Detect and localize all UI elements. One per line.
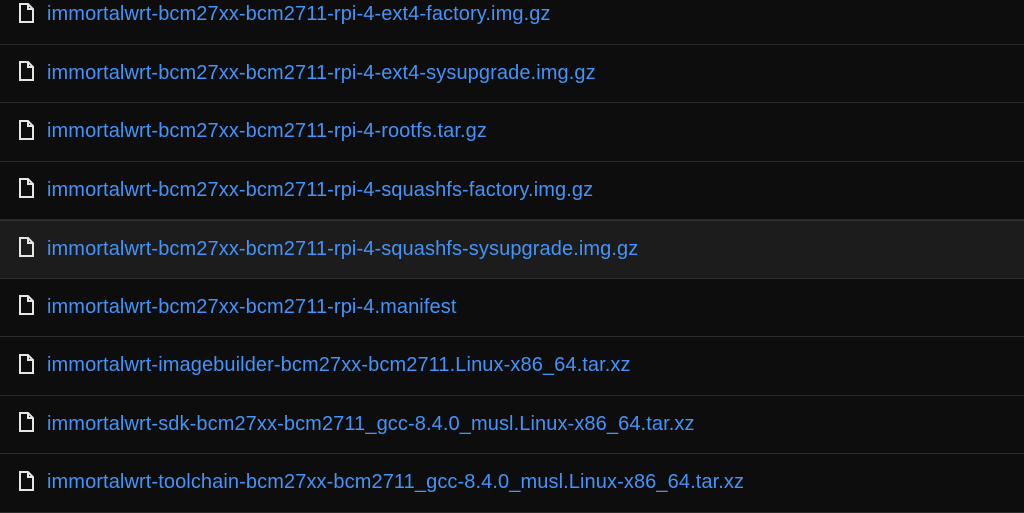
file-link[interactable]: immortalwrt-bcm27xx-bcm2711-rpi-4-rootfs… <box>47 120 487 143</box>
file-row[interactable]: immortalwrt-toolchain-bcm27xx-bcm2711_gc… <box>0 454 1024 513</box>
file-icon <box>18 295 34 316</box>
file-icon <box>18 412 34 433</box>
file-icon <box>18 2 34 23</box>
file-icon <box>18 470 34 491</box>
file-row[interactable]: immortalwrt-sdk-bcm27xx-bcm2711_gcc-8.4.… <box>0 396 1024 454</box>
file-link[interactable]: immortalwrt-bcm27xx-bcm2711-rpi-4.manife… <box>47 296 456 319</box>
file-link[interactable]: immortalwrt-bcm27xx-bcm2711-rpi-4-ext4-s… <box>47 62 596 85</box>
file-row[interactable]: immortalwrt-bcm27xx-bcm2711-rpi-4.manife… <box>0 279 1024 337</box>
file-row[interactable]: immortalwrt-bcm27xx-bcm2711-rpi-4-rootfs… <box>0 103 1024 162</box>
file-row[interactable]: immortalwrt-bcm27xx-bcm2711-rpi-4-ext4-f… <box>0 0 1024 45</box>
file-link[interactable]: immortalwrt-bcm27xx-bcm2711-rpi-4-squash… <box>47 238 638 261</box>
file-link[interactable]: immortalwrt-toolchain-bcm27xx-bcm2711_gc… <box>47 471 744 494</box>
file-icon <box>18 119 34 140</box>
file-row[interactable]: immortalwrt-imagebuilder-bcm27xx-bcm2711… <box>0 337 1024 396</box>
file-icon <box>18 237 34 258</box>
file-icon <box>18 353 34 374</box>
file-link[interactable]: immortalwrt-sdk-bcm27xx-bcm2711_gcc-8.4.… <box>47 413 695 436</box>
file-row-hovered[interactable]: immortalwrt-bcm27xx-bcm2711-rpi-4-squash… <box>0 220 1024 279</box>
file-link[interactable]: immortalwrt-imagebuilder-bcm27xx-bcm2711… <box>47 354 631 377</box>
file-list: immortalwrt-bcm27xx-bcm2711-rpi-4-ext4-f… <box>0 0 1024 513</box>
file-link[interactable]: immortalwrt-bcm27xx-bcm2711-rpi-4-ext4-f… <box>47 3 551 26</box>
file-icon <box>18 61 34 82</box>
file-row[interactable]: immortalwrt-bcm27xx-bcm2711-rpi-4-ext4-s… <box>0 45 1024 103</box>
file-link[interactable]: immortalwrt-bcm27xx-bcm2711-rpi-4-squash… <box>47 179 593 202</box>
file-row[interactable]: immortalwrt-bcm27xx-bcm2711-rpi-4-squash… <box>0 162 1024 220</box>
file-icon <box>18 178 34 199</box>
